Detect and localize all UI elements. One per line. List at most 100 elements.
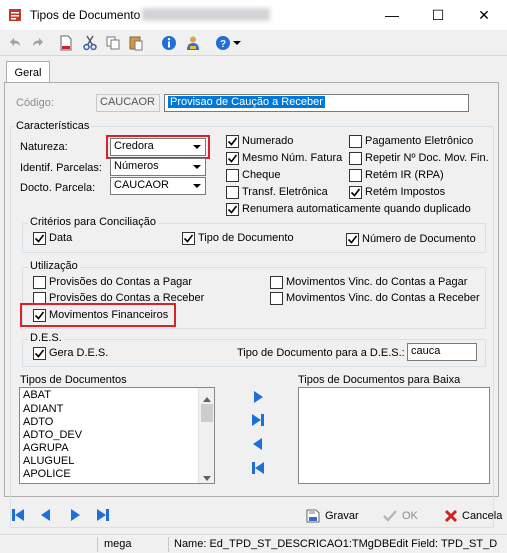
list-item[interactable]: APOLICE [20,468,71,481]
checkbox-label: Movimentos Vinc. do Contas a Pagar [286,276,468,288]
movimentos-financeiros-highlight [20,303,176,327]
checkbox-label: Provisões do Contas a Pagar [49,276,193,288]
ok-label: OK [402,510,418,522]
cut-icon[interactable] [81,34,99,52]
tipos-documentos-list[interactable]: ABAT ADIANT ADTO ADTO_DEV AGRUPA ALUGUEL… [19,387,215,484]
last-record-icon[interactable] [94,506,112,524]
new-document-icon[interactable] [57,34,75,52]
checkbox-label: Tipo de Documento [198,232,294,244]
minimize-button[interactable]: — [369,0,415,30]
checkbox-box[interactable] [349,152,362,165]
checkbox-box[interactable] [226,169,239,182]
list-item[interactable]: ADTO_DEV [20,429,82,442]
first-record-icon[interactable] [9,506,27,524]
checkbox-box[interactable] [346,233,359,246]
caracteristicas-title: Características [14,120,92,132]
previous-record-icon[interactable] [37,506,55,524]
identif-parcelas-value: Números [114,160,159,172]
natureza-label: Natureza: [20,141,68,153]
ok-button[interactable]: OK [380,505,424,527]
checkbox-box[interactable] [226,186,239,199]
chevron-down-icon [193,184,201,188]
app-icon [8,8,22,22]
scroll-thumb[interactable] [201,404,213,422]
checkbox-box[interactable] [270,276,283,289]
docto-parcela-label: Docto. Parcela: [20,182,96,194]
move-right-icon[interactable] [249,388,267,406]
list-item[interactable]: AGRUPA [20,442,69,455]
users-icon[interactable] [184,34,202,52]
checkbox-label: Pagamento Eletrônico [365,135,474,147]
help-icon[interactable]: ? [214,34,232,52]
status-field-info: Name: Ed_TPD_ST_DESCRICAO1:TMgDBEdit Fie… [174,538,498,550]
checkbox-box[interactable] [349,169,362,182]
status-user: mega [104,538,132,550]
natureza-highlight [106,135,210,159]
checkbox-label: Gera D.E.S. [49,347,109,359]
docto-parcela-select[interactable]: CAUCAOR [110,177,206,195]
copy-icon[interactable] [104,34,122,52]
checkbox-box[interactable] [349,186,362,199]
checkbox-box[interactable] [33,276,46,289]
status-divider [97,537,98,552]
status-divider [168,537,169,552]
tab-geral[interactable]: Geral [6,61,50,83]
title-bar: Tipos de Documento — ☐ ✕ [0,0,507,30]
move-all-left-icon[interactable] [249,459,267,477]
identif-parcelas-label: Identif. Parcelas: [20,162,102,174]
window-title: Tipos de Documento [30,8,141,22]
des-title: D.E.S. [28,332,64,344]
move-left-icon[interactable] [249,435,267,453]
next-record-icon[interactable] [66,506,84,524]
checkmark-icon [382,508,398,527]
checkbox-box[interactable] [349,135,362,148]
checkbox-box[interactable] [182,232,195,245]
docto-parcela-value: CAUCAOR [114,179,170,191]
save-button[interactable]: Gravar [303,505,365,527]
checkbox-label: Numerado [242,135,294,147]
checkbox-label: Repetir Nº Doc. Mov. Fin. [365,152,489,164]
checkbox-box[interactable] [226,152,239,165]
checkbox-label: Cheque [242,169,281,181]
checkbox-box[interactable] [226,203,239,216]
maximize-button[interactable]: ☐ [415,0,461,30]
checkbox-label: Transf. Eletrônica [242,186,328,198]
utilizacao-title: Utilização [28,260,80,272]
dropdown-arrow-icon[interactable] [232,34,242,52]
checkbox-box[interactable] [226,135,239,148]
svg-text:?: ? [220,39,226,50]
tipos-baixa-list[interactable] [298,387,490,484]
save-label: Gravar [325,510,359,522]
chevron-down-icon [193,165,201,169]
undo-icon[interactable] [6,34,24,52]
identif-parcelas-select[interactable]: Números [110,158,206,176]
list-item[interactable]: ADTO [20,416,53,429]
close-button[interactable]: ✕ [461,0,507,30]
codigo-code-field[interactable]: CAUCAOR [96,94,160,112]
tab-label: Geral [14,66,42,79]
des-tipo-input[interactable]: cauca [407,343,477,361]
checkbox-box[interactable] [33,232,46,245]
codigo-description-field[interactable]: Provisao de Caução a Receber [164,94,469,112]
cancel-button[interactable]: Cancela [441,505,503,527]
tipos-documentos-title: Tipos de Documentos [20,374,127,386]
list-item[interactable]: ADIANT [20,403,63,416]
checkbox-box[interactable] [33,347,46,360]
description-selected-text: Provisao de Caução a Receber [168,96,325,108]
checkbox-label: Retém Impostos [365,186,446,198]
status-bar: mega Name: Ed_TPD_ST_DESCRICAO1:TMgDBEdi… [0,534,507,553]
paste-icon[interactable] [127,34,145,52]
move-all-right-icon[interactable] [249,411,267,429]
checkbox-label: Número de Documento [362,233,476,245]
info-icon[interactable] [160,34,178,52]
save-icon [305,508,321,527]
chevron-down-icon[interactable] [203,472,211,484]
list-scrollbar[interactable] [198,388,214,483]
list-item[interactable]: ABAT [20,389,51,402]
checkbox-box[interactable] [270,292,283,305]
cancel-label: Cancela [462,510,503,522]
toolbar: ? [0,30,507,56]
redo-icon[interactable] [29,34,47,52]
list-item[interactable]: ALUGUEL [20,455,74,468]
checkbox-label: Data [49,232,73,244]
